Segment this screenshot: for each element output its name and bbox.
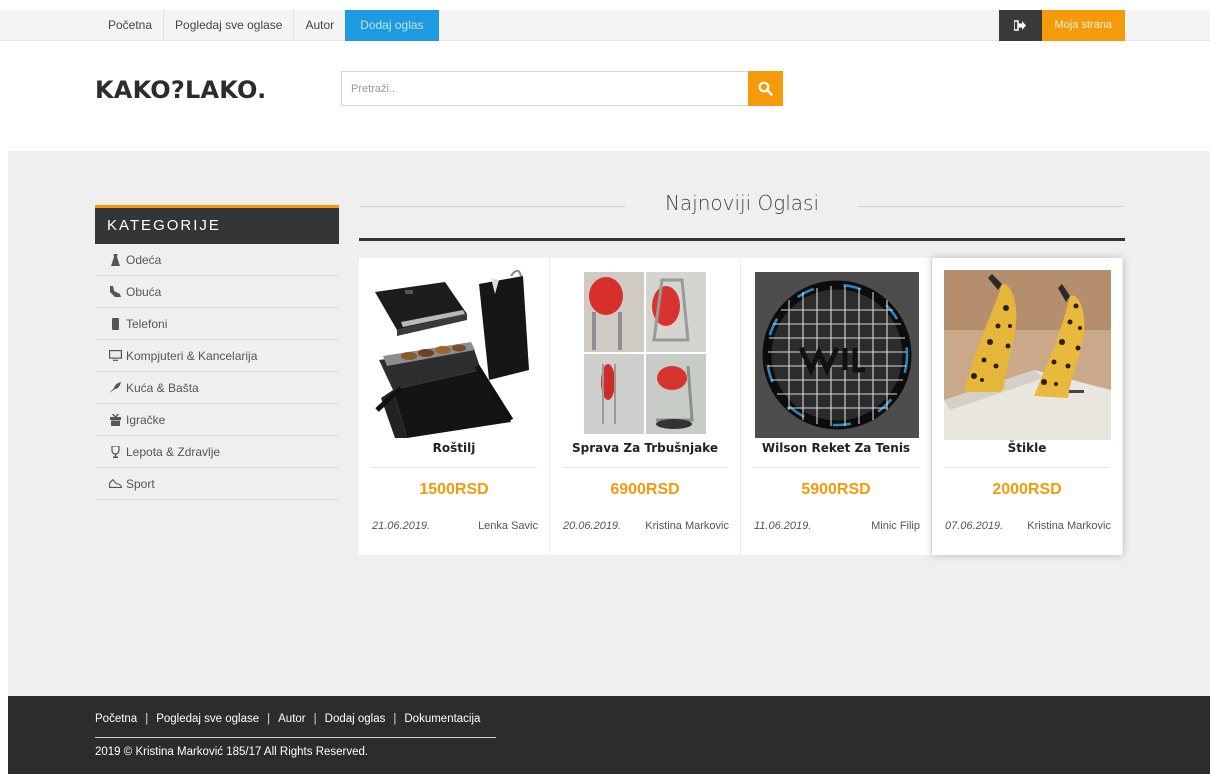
my-page-button[interactable]: Moja strana	[1041, 10, 1125, 41]
plant-icon	[108, 382, 122, 393]
search-icon	[758, 81, 773, 96]
sidebar-item-label: Sport	[126, 476, 155, 491]
footer-link-docs[interactable]: Dokumentacija	[404, 713, 480, 725]
search-button[interactable]	[748, 71, 783, 106]
footer-link-all-ads[interactable]: Pogledaj sve oglase	[156, 713, 259, 725]
sidebar-item-label: Kuća & Bašta	[126, 380, 199, 395]
sidebar-item-telefoni[interactable]: Telefoni	[95, 308, 339, 340]
sidebar-item-kompjuteri[interactable]: Kompjuteri & Kancelarija	[95, 340, 339, 372]
shoe-icon	[108, 286, 122, 297]
ad-title[interactable]: Wilson Reket Za Tenis	[741, 441, 931, 455]
ad-card[interactable]: Štikle 2000RSD 07.06.2019. Kristina Mark…	[932, 258, 1123, 555]
card-divider	[753, 467, 919, 468]
sidebar-item-odeca[interactable]: Odeća	[95, 244, 339, 276]
ad-price: 5900RSD	[801, 481, 871, 498]
logout-button[interactable]	[998, 10, 1042, 41]
footer-link-pocetna[interactable]: Početna	[95, 713, 137, 725]
ad-author: Minic Filip	[871, 520, 920, 532]
nav-link-all-ads[interactable]: Pogledaj sve oglase	[164, 10, 295, 41]
footer-separator: |	[393, 713, 397, 725]
site-footer: Početna | Pogledaj sve oglase | Autor | …	[8, 696, 1210, 774]
ad-date: 20.06.2019.	[563, 520, 622, 532]
sidebar-item-label: Kompjuteri & Kancelarija	[126, 348, 258, 363]
card-divider	[944, 467, 1110, 468]
main-content: KATEGORIJE Odeća Obuća Telefoni Kompjute…	[8, 151, 1210, 696]
footer-separator: |	[313, 713, 317, 725]
ad-title[interactable]: Štikle	[932, 441, 1122, 455]
ad-card[interactable]: Wilson Reket Za Tenis 5900RSD 11.06.2019…	[741, 258, 932, 555]
ad-title[interactable]: Sprava Za Trbušnjake	[550, 441, 740, 455]
section-title: Najnoviji Oglasi	[664, 191, 820, 215]
monitor-icon	[108, 350, 122, 361]
grill-image[interactable]	[371, 270, 538, 440]
sidebar-item-obuca[interactable]: Obuća	[95, 276, 339, 308]
category-sidebar: KATEGORIJE Odeća Obuća Telefoni Kompjute…	[95, 205, 339, 500]
sneaker-icon	[108, 479, 122, 488]
nav-link-add-ad[interactable]: Dodaj oglas	[345, 10, 439, 41]
heading-divider-right	[858, 206, 1125, 207]
footer-link-add-ad[interactable]: Dodaj oglas	[325, 713, 386, 725]
card-divider	[562, 467, 728, 468]
ad-author: Kristina Markovic	[645, 520, 729, 532]
ad-price: 1500RSD	[419, 481, 489, 498]
sidebar-item-sport[interactable]: Sport	[95, 468, 339, 500]
ad-price: 6900RSD	[610, 481, 680, 498]
ad-date: 07.06.2019.	[945, 520, 1004, 532]
ad-date: 21.06.2019.	[372, 520, 431, 532]
sidebar-item-label: Igračke	[126, 412, 166, 427]
heading-divider-left	[359, 206, 626, 207]
copyright-text: 2019 © Kristina Marković 185/17 All Righ…	[95, 746, 369, 758]
main-nav: Početna Pogledaj sve oglase Autor Dodaj …	[97, 10, 439, 41]
nav-link-author[interactable]: Autor	[294, 10, 345, 41]
card-divider	[371, 467, 537, 468]
heading-underline	[359, 238, 1125, 241]
top-navbar: Početna Pogledaj sve oglase Autor Dodaj …	[0, 10, 1210, 41]
site-logo[interactable]: KAKO?LAKO.	[95, 76, 266, 104]
ab-machine-image[interactable]	[562, 270, 729, 440]
ad-title[interactable]: Roštilj	[359, 441, 549, 455]
footer-link-author[interactable]: Autor	[278, 713, 306, 725]
sidebar-item-label: Obuća	[126, 284, 162, 299]
nav-link-pocetna[interactable]: Početna	[97, 10, 165, 41]
ad-author: Lenka Savic	[478, 520, 538, 532]
ad-price: 2000RSD	[992, 481, 1062, 498]
search-input[interactable]	[341, 71, 748, 106]
user-actions: Moja strana	[998, 10, 1125, 41]
phone-icon	[108, 317, 122, 330]
trophy-icon	[108, 445, 122, 458]
footer-nav: Početna | Pogledaj sve oglase | Autor | …	[95, 713, 480, 725]
sidebar-item-label: Telefoni	[126, 316, 168, 331]
heels-image[interactable]	[944, 270, 1111, 440]
sidebar-title: KATEGORIJE	[95, 205, 339, 244]
dress-icon	[108, 253, 122, 266]
sidebar-item-label: Odeća	[126, 252, 162, 267]
footer-divider	[95, 737, 496, 738]
search-bar	[341, 71, 783, 106]
footer-separator: |	[145, 713, 149, 725]
ad-date: 11.06.2019.	[754, 520, 812, 532]
gift-icon	[108, 413, 122, 426]
sidebar-item-kuca-basta[interactable]: Kuća & Bašta	[95, 372, 339, 404]
tennis-racket-image[interactable]	[753, 270, 920, 440]
sidebar-item-igracke[interactable]: Igračke	[95, 404, 339, 436]
sidebar-item-label: Lepota & Zdravlje	[126, 444, 221, 459]
ad-card[interactable]: Roštilj 1500RSD 21.06.2019. Lenka Savic	[359, 258, 550, 555]
latest-ads-heading: Najnoviji Oglasi	[359, 191, 1125, 241]
ad-card[interactable]: Sprava Za Trbušnjake 6900RSD 20.06.2019.…	[550, 258, 741, 555]
footer-separator: |	[267, 713, 271, 725]
ads-grid: Roštilj 1500RSD 21.06.2019. Lenka Savic	[359, 258, 1123, 555]
sidebar-item-lepota[interactable]: Lepota & Zdravlje	[95, 436, 339, 468]
ad-author: Kristina Markovic	[1027, 520, 1111, 532]
sign-out-icon	[1014, 20, 1027, 31]
